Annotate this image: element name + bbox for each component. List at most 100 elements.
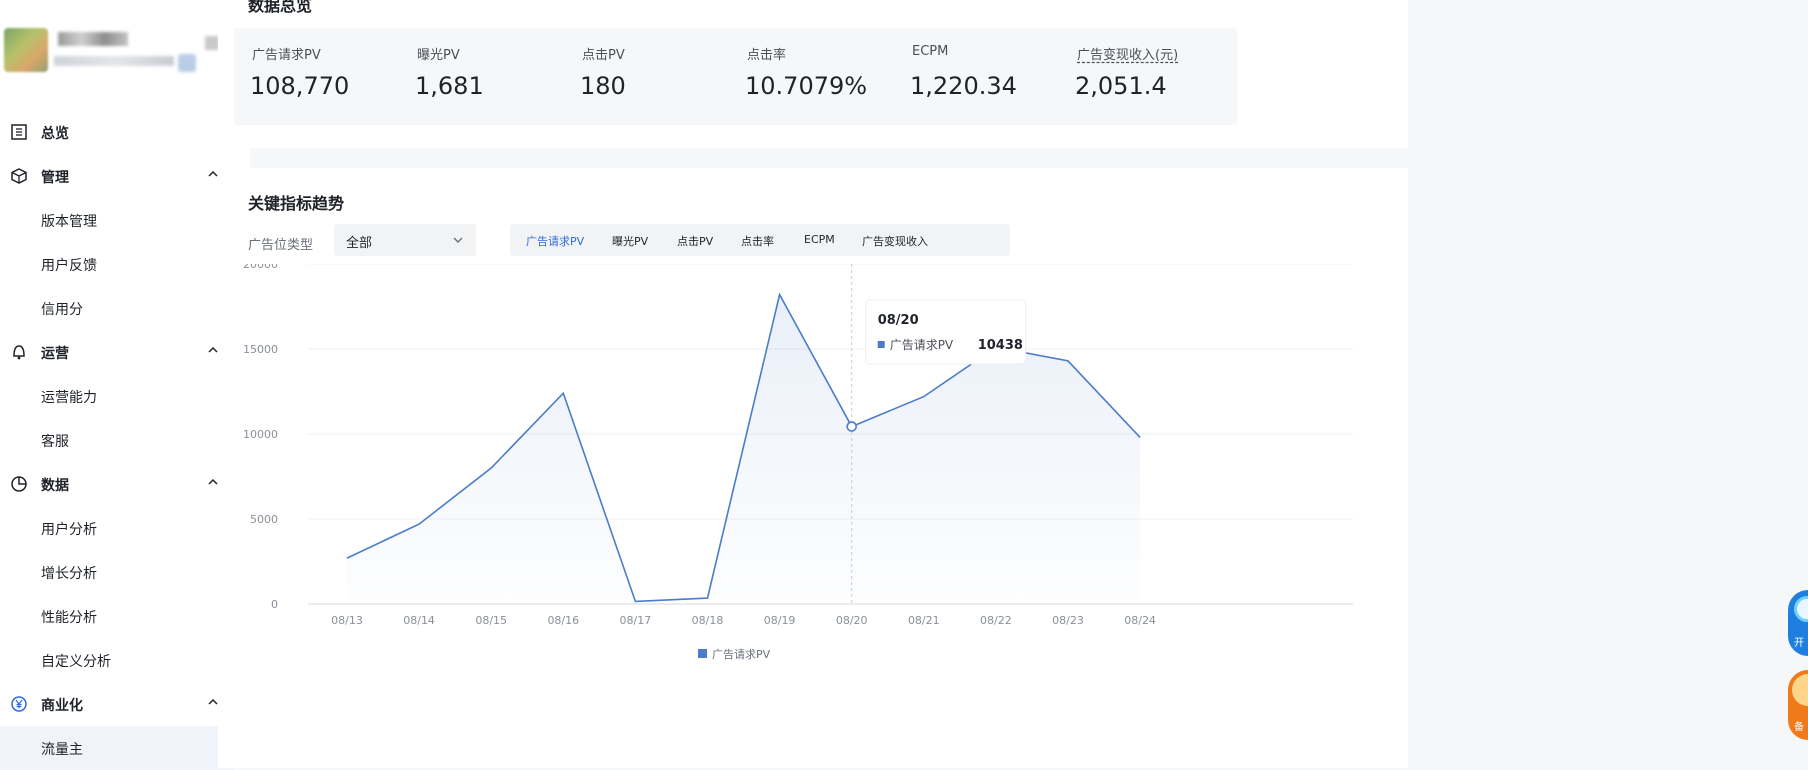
filter-label: 广告位类型 <box>248 238 314 253</box>
sidebar-item[interactable]: 流量主 <box>0 726 233 770</box>
sidebar-item[interactable]: 用户分析 <box>0 506 250 550</box>
sidebar-item-label: 运营能力 <box>41 390 97 406</box>
sidebar-group-1[interactable]: 管理 <box>0 154 250 198</box>
x-tick-label: 08/15 <box>475 614 507 627</box>
metric-value: 108,770 <box>250 72 350 100</box>
pie-icon <box>11 476 27 492</box>
user-name-blurred <box>58 32 128 46</box>
floating-open-button[interactable]: 开 <box>1788 590 1808 656</box>
user-badge-icon <box>178 54 196 72</box>
sidebar-item[interactable]: 信用分 <box>0 286 250 330</box>
metric-tab[interactable]: ECPM <box>804 233 835 246</box>
sidebar-item-label: 自定义分析 <box>41 654 111 670</box>
tooltip-box <box>865 299 1027 365</box>
sidebar-group-label: 数据 <box>41 478 69 494</box>
chevron-down-icon <box>453 237 463 243</box>
y-tick-label: 20000 <box>243 264 278 271</box>
metric-label: 曝光PV <box>417 48 460 63</box>
metric-tab[interactable]: 广告请求PV <box>526 233 584 249</box>
sidebar-item-label: 流量主 <box>41 742 83 758</box>
sidebar-group-label: 商业化 <box>41 698 83 714</box>
x-tick-label: 08/21 <box>908 614 940 627</box>
sidebar-group-label: 管理 <box>41 170 69 186</box>
metric-tab[interactable]: 点击PV <box>677 233 713 249</box>
sidebar-item[interactable]: 用户反馈 <box>0 242 250 286</box>
chart-tooltip: 08/20 广告请求PV 10438 <box>865 299 1027 365</box>
overview-title: 数据总览 <box>248 0 313 15</box>
sidebar-item[interactable]: 版本管理 <box>0 198 250 242</box>
dashboard-icon <box>11 124 27 140</box>
metric-label: 点击PV <box>582 48 625 63</box>
metric-label: ECPM <box>912 44 949 59</box>
service-icon <box>1794 596 1808 622</box>
metric-card: 广告变现收入(元) 2,051.4 <box>1059 28 1237 125</box>
metric-tab[interactable]: 点击率 <box>741 233 774 249</box>
legend-label: 广告请求PV <box>712 648 771 661</box>
y-tick-label: 0 <box>271 598 278 611</box>
sidebar-item[interactable]: 客服 <box>0 418 250 462</box>
x-tick-label: 08/22 <box>980 614 1012 627</box>
sidebar-item[interactable]: 运营能力 <box>0 374 250 418</box>
sidebar-item-label: 信用分 <box>41 302 83 318</box>
sidebar-group-label: 总览 <box>41 126 69 142</box>
tooltip-series: 广告请求PV <box>890 338 954 352</box>
sidebar-item[interactable]: 增长分析 <box>0 550 250 594</box>
select-value: 全部 <box>346 236 373 251</box>
x-tick-label: 08/16 <box>547 614 579 627</box>
user-badge-icon <box>205 36 219 50</box>
metric-card: 曝光PV 1,681 <box>399 28 577 125</box>
sidebar-nav: 总览 管理 版本管理 用户反馈 信用分 运营 运营能力 客服 数据 用户分析 增… <box>0 110 250 770</box>
yen-icon <box>11 696 27 712</box>
x-tick-label: 08/18 <box>692 614 724 627</box>
metric-tabs: 广告请求PV 曝光PV 点击PV 点击率 ECPM 广告变现收入 <box>510 224 1010 256</box>
floating-backup-button[interactable]: 备 <box>1788 670 1808 740</box>
x-tick-label: 08/24 <box>1124 614 1156 627</box>
floating-open-label: 开 <box>1794 638 1804 649</box>
tooltip-value: 10438 <box>978 338 1023 353</box>
floating-backup-label: 备 <box>1794 722 1804 733</box>
tooltip-date: 08/20 <box>878 313 919 328</box>
metric-value: 10.7079% <box>745 72 868 100</box>
mascot-icon <box>1792 674 1808 706</box>
tooltip-swatch <box>877 341 885 348</box>
y-tick-label: 10000 <box>243 428 278 441</box>
metric-value: 1,220.34 <box>910 72 1017 100</box>
sidebar-group-3[interactable]: 数据 <box>0 462 250 506</box>
metric-label: 点击率 <box>747 48 787 63</box>
data-point <box>846 421 858 432</box>
metric-card: 广告请求PV 108,770 <box>234 28 412 125</box>
x-tick-label: 08/20 <box>836 614 868 627</box>
sidebar-group-2[interactable]: 运营 <box>0 330 250 374</box>
metric-card: 点击率 10.7079% <box>729 28 907 125</box>
avatar[interactable] <box>4 28 48 72</box>
x-tick-label: 08/17 <box>620 614 652 627</box>
sidebar-item-label: 客服 <box>41 434 69 450</box>
sidebar-group-0[interactable]: 总览 <box>0 110 250 154</box>
metric-value: 2,051.4 <box>1075 72 1167 100</box>
x-tick-label: 08/23 <box>1052 614 1084 627</box>
sidebar-item-label: 版本管理 <box>41 214 97 230</box>
metric-value: 1,681 <box>415 72 484 100</box>
x-tick-label: 08/13 <box>331 614 363 627</box>
sidebar-item[interactable]: 自定义分析 <box>0 638 250 682</box>
legend-swatch <box>698 649 707 658</box>
sidebar-item-label: 用户分析 <box>41 522 97 538</box>
sidebar-item-label: 性能分析 <box>41 610 97 626</box>
ad-slot-type-select[interactable]: 全部 <box>334 224 476 256</box>
metric-value: 180 <box>580 72 626 100</box>
sidebar-item-label: 增长分析 <box>41 566 97 582</box>
trend-chart: 0 5000 10000 15000 20000 08/13 08/14 08/15 08/16… <box>243 264 1353 661</box>
cube-icon <box>11 168 27 184</box>
trend-title: 关键指标趋势 <box>248 194 345 213</box>
metric-label: 广告变现收入(元) <box>1077 48 1179 63</box>
metric-tab[interactable]: 广告变现收入 <box>862 233 928 249</box>
x-tick-label: 08/14 <box>403 614 435 627</box>
metric-tab[interactable]: 曝光PV <box>612 233 648 249</box>
sidebar-group-4[interactable]: 商业化 <box>0 682 250 726</box>
metric-card: ECPM 1,220.34 <box>894 28 1072 125</box>
user-id-blurred <box>54 56 174 66</box>
y-tick-label: 15000 <box>243 343 278 356</box>
user-profile[interactable] <box>0 18 250 88</box>
sidebar-item[interactable]: 性能分析 <box>0 594 250 638</box>
sidebar-item-label: 用户反馈 <box>41 258 97 274</box>
